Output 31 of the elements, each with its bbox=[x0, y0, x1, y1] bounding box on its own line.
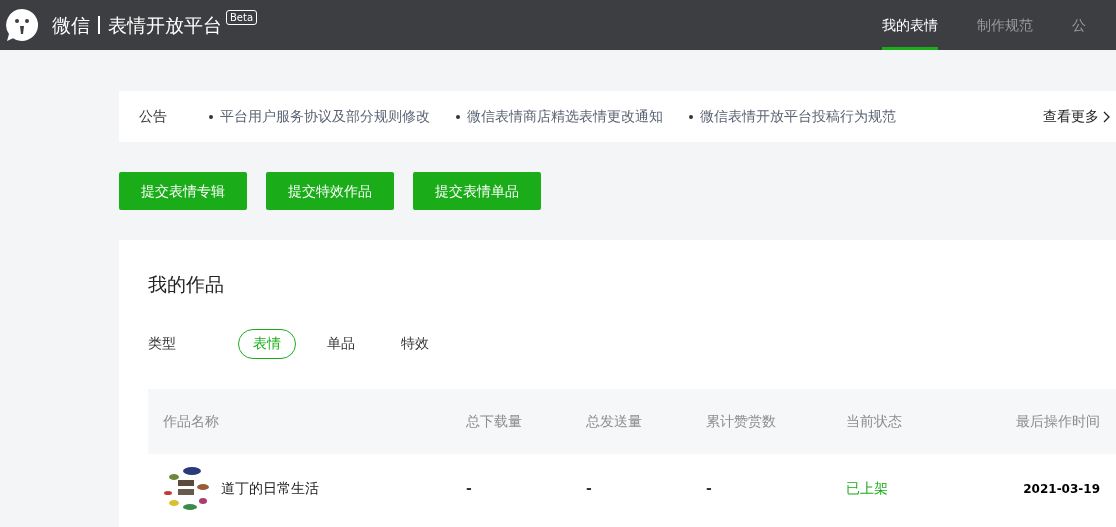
brand-name: 微信 表情开放平台 bbox=[52, 12, 222, 38]
logo-icon bbox=[4, 7, 40, 43]
column-header: 当前状态 bbox=[846, 412, 902, 429]
status-text: 已上架 bbox=[846, 480, 888, 496]
table-cell: - bbox=[706, 480, 712, 496]
filter-tab[interactable]: 特效 bbox=[386, 328, 444, 359]
column-header: 总发送量 bbox=[586, 412, 642, 429]
bullet-icon bbox=[456, 114, 460, 119]
column-header: 作品名称 bbox=[163, 412, 219, 429]
beta-badge: Beta bbox=[226, 10, 258, 25]
filter-label: 类型 bbox=[148, 334, 176, 353]
work-name: 道丁的日常生活 bbox=[221, 479, 319, 498]
table-cell: - bbox=[586, 480, 592, 496]
column-header: 累计赞赏数 bbox=[706, 412, 776, 429]
column-header: 最后操作时间 bbox=[1016, 412, 1100, 429]
date-text: 2021-03-19 bbox=[1023, 482, 1100, 496]
table-cell: - bbox=[466, 480, 472, 496]
section-title: 我的作品 bbox=[148, 272, 225, 297]
bullet-icon bbox=[209, 114, 213, 119]
nav-tab[interactable]: 我的表情 bbox=[882, 0, 938, 50]
column-header: 总下载量 bbox=[466, 412, 522, 429]
notice-label: 公告 bbox=[139, 107, 167, 127]
nav-tab[interactable]: 制作规范 bbox=[977, 0, 1033, 50]
filter-tab[interactable]: 单品 bbox=[312, 328, 370, 359]
chevron-right-icon bbox=[1103, 110, 1110, 123]
notice-link[interactable]: 平台用户服务协议及部分规则修改 bbox=[220, 106, 430, 127]
notice-link[interactable]: 微信表情商店精选表情更改通知 bbox=[467, 106, 663, 127]
view-more-link[interactable]: 查看更多 bbox=[1043, 106, 1110, 127]
nav-tab[interactable]: 公 bbox=[1072, 0, 1086, 50]
notice-link[interactable]: 微信表情开放平台投稿行为规范 bbox=[700, 106, 896, 127]
bullet-icon bbox=[689, 114, 693, 119]
